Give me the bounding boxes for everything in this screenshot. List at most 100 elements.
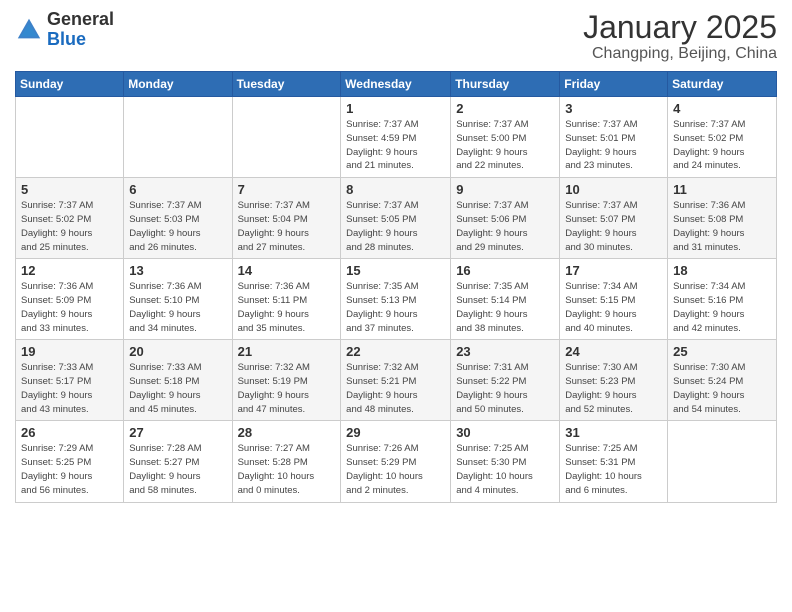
calendar-table: SundayMondayTuesdayWednesdayThursdayFrid…: [15, 71, 777, 502]
calendar-week-1: 1Sunrise: 7:37 AMSunset: 4:59 PMDaylight…: [16, 97, 777, 178]
calendar-cell: 24Sunrise: 7:30 AMSunset: 5:23 PMDayligh…: [560, 340, 668, 421]
day-info: Sunrise: 7:37 AMSunset: 5:05 PMDaylight:…: [346, 199, 445, 254]
day-number: 27: [129, 425, 226, 440]
calendar-cell: 7 Sunrise: 7:37 AMSunset: 5:04 PMDaylight…: [232, 178, 341, 259]
day-info: Sunrise: 7:36 AMSunset: 5:10 PMDaylight:…: [129, 280, 226, 335]
day-info: Sunrise: 7:33 AMSunset: 5:17 PMDaylight:…: [21, 361, 118, 416]
day-number: 4: [673, 101, 771, 116]
day-info: Sunrise: 7:33 AMSunset: 5:18 PMDaylight:…: [129, 361, 226, 416]
day-info: Sunrise: 7:37 AMSunset: 5:06 PMDaylight:…: [456, 199, 554, 254]
calendar-cell: 5 Sunrise: 7:37 AMSunset: 5:02 PMDaylight…: [16, 178, 124, 259]
day-number: 3: [565, 101, 662, 116]
calendar-cell: 16 Sunrise: 7:35 AMSunset: 5:14 PMDayligh…: [451, 259, 560, 340]
weekday-header-row: SundayMondayTuesdayWednesdayThursdayFrid…: [16, 72, 777, 97]
day-number: 11: [673, 182, 771, 197]
day-info: Sunrise: 7:36 AMSunset: 5:11 PMDaylight:…: [238, 280, 336, 335]
logo-general-text: General: [47, 9, 114, 29]
calendar-cell: 8 Sunrise: 7:37 AMSunset: 5:05 PMDaylight…: [341, 178, 451, 259]
day-info: Sunrise: 7:26 AMSunset: 5:29 PMDaylight:…: [346, 442, 445, 497]
day-info: Sunrise: 7:37 AMSunset: 5:04 PMDaylight:…: [238, 199, 336, 254]
calendar-cell: 28Sunrise: 7:27 AMSunset: 5:28 PMDayligh…: [232, 421, 341, 502]
calendar-cell: 29 Sunrise: 7:26 AMSunset: 5:29 PMDayligh…: [341, 421, 451, 502]
title-block: January 2025 Changping, Beijing, China: [583, 10, 777, 63]
calendar-cell: [668, 421, 777, 502]
day-number: 12: [21, 263, 118, 278]
day-info: Sunrise: 7:25 AMSunset: 5:30 PMDaylight:…: [456, 442, 554, 497]
calendar-cell: [232, 97, 341, 178]
day-number: 18: [673, 263, 771, 278]
calendar-week-5: 26 Sunrise: 7:29 AMSunset: 5:25 PMDayligh…: [16, 421, 777, 502]
day-number: 15: [346, 263, 445, 278]
day-info: Sunrise: 7:35 AMSunset: 5:13 PMDaylight:…: [346, 280, 445, 335]
calendar-cell: 26 Sunrise: 7:29 AMSunset: 5:25 PMDayligh…: [16, 421, 124, 502]
day-info: Sunrise: 7:37 AMSunset: 5:01 PMDaylight:…: [565, 118, 662, 173]
weekday-header-saturday: Saturday: [668, 72, 777, 97]
logo: General Blue: [15, 10, 114, 50]
month-year: January 2025: [583, 10, 777, 45]
calendar-cell: 23 Sunrise: 7:31 AMSunset: 5:22 PMDayligh…: [451, 340, 560, 421]
day-info: Sunrise: 7:34 AMSunset: 5:15 PMDaylight:…: [565, 280, 662, 335]
day-info: Sunrise: 7:36 AMSunset: 5:08 PMDaylight:…: [673, 199, 771, 254]
calendar-cell: 30 Sunrise: 7:25 AMSunset: 5:30 PMDayligh…: [451, 421, 560, 502]
calendar-cell: 12 Sunrise: 7:36 AMSunset: 5:09 PMDayligh…: [16, 259, 124, 340]
weekday-header-friday: Friday: [560, 72, 668, 97]
day-number: 22: [346, 344, 445, 359]
day-number: 10: [565, 182, 662, 197]
calendar-cell: 15 Sunrise: 7:35 AMSunset: 5:13 PMDayligh…: [341, 259, 451, 340]
day-number: 25: [673, 344, 771, 359]
day-number: 5: [21, 182, 118, 197]
day-info: Sunrise: 7:30 AMSunset: 5:24 PMDaylight:…: [673, 361, 771, 416]
calendar-week-4: 19 Sunrise: 7:33 AMSunset: 5:17 PMDayligh…: [16, 340, 777, 421]
day-number: 29: [346, 425, 445, 440]
header: General Blue January 2025 Changping, Bei…: [15, 10, 777, 63]
calendar-cell: 2 Sunrise: 7:37 AMSunset: 5:00 PMDaylight…: [451, 97, 560, 178]
day-info: Sunrise: 7:36 AMSunset: 5:09 PMDaylight:…: [21, 280, 118, 335]
day-number: 14: [238, 263, 336, 278]
location: Changping, Beijing, China: [583, 45, 777, 63]
calendar-cell: [124, 97, 232, 178]
day-number: 31: [565, 425, 662, 440]
calendar-cell: 22 Sunrise: 7:32 AMSunset: 5:21 PMDayligh…: [341, 340, 451, 421]
day-info: Sunrise: 7:37 AMSunset: 5:00 PMDaylight:…: [456, 118, 554, 173]
day-number: 6: [129, 182, 226, 197]
calendar-cell: 19 Sunrise: 7:33 AMSunset: 5:17 PMDayligh…: [16, 340, 124, 421]
logo-blue-text: Blue: [47, 29, 86, 49]
calendar-cell: 21 Sunrise: 7:32 AMSunset: 5:19 PMDayligh…: [232, 340, 341, 421]
day-number: 23: [456, 344, 554, 359]
calendar-cell: 27 Sunrise: 7:28 AMSunset: 5:27 PMDayligh…: [124, 421, 232, 502]
day-info: Sunrise: 7:31 AMSunset: 5:22 PMDaylight:…: [456, 361, 554, 416]
day-number: 21: [238, 344, 336, 359]
calendar-cell: 13Sunrise: 7:36 AMSunset: 5:10 PMDayligh…: [124, 259, 232, 340]
calendar-week-3: 12 Sunrise: 7:36 AMSunset: 5:09 PMDayligh…: [16, 259, 777, 340]
day-number: 26: [21, 425, 118, 440]
day-info: Sunrise: 7:35 AMSunset: 5:14 PMDaylight:…: [456, 280, 554, 335]
calendar-cell: [16, 97, 124, 178]
day-number: 16: [456, 263, 554, 278]
day-number: 17: [565, 263, 662, 278]
weekday-header-monday: Monday: [124, 72, 232, 97]
calendar-cell: 18 Sunrise: 7:34 AMSunset: 5:16 PMDayligh…: [668, 259, 777, 340]
day-info: Sunrise: 7:32 AMSunset: 5:21 PMDaylight:…: [346, 361, 445, 416]
day-number: 2: [456, 101, 554, 116]
weekday-header-thursday: Thursday: [451, 72, 560, 97]
calendar-cell: 20Sunrise: 7:33 AMSunset: 5:18 PMDayligh…: [124, 340, 232, 421]
day-number: 30: [456, 425, 554, 440]
day-number: 1: [346, 101, 445, 116]
day-number: 8: [346, 182, 445, 197]
weekday-header-sunday: Sunday: [16, 72, 124, 97]
day-number: 24: [565, 344, 662, 359]
day-info: Sunrise: 7:34 AMSunset: 5:16 PMDaylight:…: [673, 280, 771, 335]
day-info: Sunrise: 7:37 AMSunset: 5:07 PMDaylight:…: [565, 199, 662, 254]
calendar-cell: 10 Sunrise: 7:37 AMSunset: 5:07 PMDayligh…: [560, 178, 668, 259]
calendar-cell: 1Sunrise: 7:37 AMSunset: 4:59 PMDaylight…: [341, 97, 451, 178]
calendar-cell: 3 Sunrise: 7:37 AMSunset: 5:01 PMDaylight…: [560, 97, 668, 178]
day-info: Sunrise: 7:25 AMSunset: 5:31 PMDaylight:…: [565, 442, 662, 497]
calendar-cell: 25 Sunrise: 7:30 AMSunset: 5:24 PMDayligh…: [668, 340, 777, 421]
day-number: 7: [238, 182, 336, 197]
day-number: 19: [21, 344, 118, 359]
day-info: Sunrise: 7:29 AMSunset: 5:25 PMDaylight:…: [21, 442, 118, 497]
day-info: Sunrise: 7:32 AMSunset: 5:19 PMDaylight:…: [238, 361, 336, 416]
day-info: Sunrise: 7:37 AMSunset: 5:02 PMDaylight:…: [21, 199, 118, 254]
day-info: Sunrise: 7:37 AMSunset: 5:03 PMDaylight:…: [129, 199, 226, 254]
day-info: Sunrise: 7:28 AMSunset: 5:27 PMDaylight:…: [129, 442, 226, 497]
